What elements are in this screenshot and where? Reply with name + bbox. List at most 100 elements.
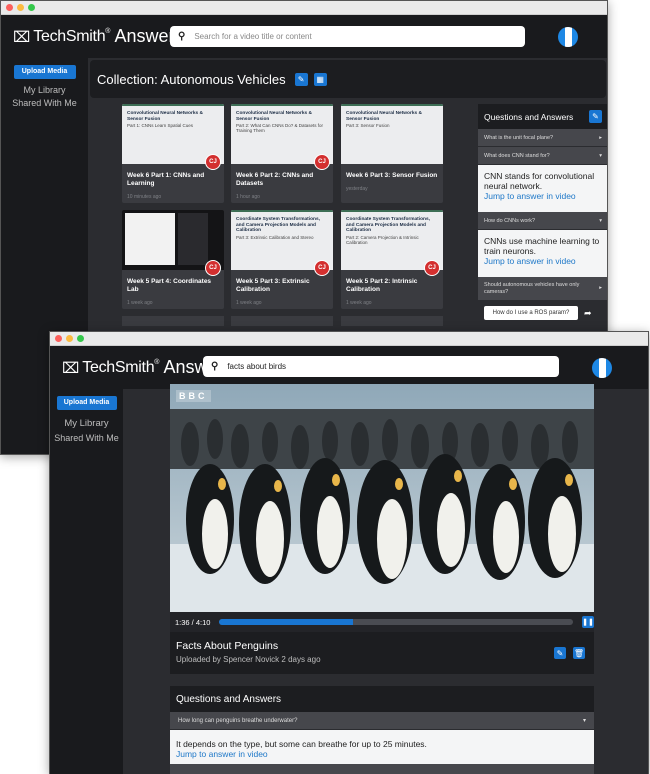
search-input[interactable]: ⚲ facts about birds <box>203 356 559 377</box>
sidebar-item-shared-with-me[interactable]: Shared With Me <box>50 433 123 443</box>
answer-box: CNN stands for convolutional neural netw… <box>478 165 607 212</box>
close-window-dot[interactable] <box>6 4 13 11</box>
video-player[interactable]: BBC <box>170 384 594 614</box>
answer-text: It depends on the type, but some can bre… <box>176 739 427 749</box>
qa-next-row <box>170 764 594 774</box>
video-card[interactable]: CJ Week 5 Part 4: Coordinates Lab 1 week … <box>122 210 224 309</box>
card-date: 1 hour ago <box>236 194 260 200</box>
share-collection-button[interactable]: ▦ <box>313 72 327 86</box>
registered-mark: ® <box>105 28 111 35</box>
video-card[interactable]: Convolutional Neural Networks & Sensor F… <box>122 104 224 203</box>
question-row[interactable]: How long can penguins breathe underwater… <box>170 712 594 730</box>
chevron-right-icon: ▸ <box>599 285 602 291</box>
sidebar-item-my-library[interactable]: My Library <box>50 418 123 429</box>
card-title: Week 5 Part 2: Intrinsic Calibration <box>346 278 418 293</box>
card-title: Week 6 Part 1: CNNs and Learning <box>127 172 205 187</box>
maximize-window-dot[interactable] <box>77 335 84 342</box>
video-card-partial[interactable] <box>231 316 333 326</box>
question-row[interactable]: What is the unit focal plane? ▸ <box>478 129 607 147</box>
card-title: Week 6 Part 3: Sensor Fusion <box>346 172 438 179</box>
video-thumbnail: Convolutional Neural Networks & Sensor F… <box>122 104 224 170</box>
back-titlebar <box>1 1 607 15</box>
bbc-watermark: BBC <box>176 390 211 402</box>
search-icon: ⚲ <box>178 31 186 42</box>
front-sidebar: Upload Media My Library Shared With Me <box>50 389 123 774</box>
jump-to-answer-link[interactable]: Jump to answer in video <box>176 749 588 759</box>
pause-button[interactable]: ❚❚ <box>582 616 594 628</box>
delete-video-button[interactable]: 🗑 <box>573 647 585 659</box>
search-input[interactable]: ⚲ Search for a video title or content <box>170 26 525 47</box>
video-card[interactable]: Coordinate System Transformations, and C… <box>231 210 333 309</box>
video-card[interactable]: Coordinate System Transformations, and C… <box>341 210 443 309</box>
video-thumbnail: Convolutional Neural Networks & Sensor F… <box>231 104 333 170</box>
sidebar-item-shared-with-me[interactable]: Shared With Me <box>1 98 88 108</box>
send-icon[interactable]: ➦ <box>584 308 592 319</box>
answer-box: CNNs use machine learning to train neuro… <box>478 230 607 277</box>
sidebar-item-my-library[interactable]: My Library <box>1 85 88 95</box>
video-card[interactable]: Convolutional Neural Networks & Sensor F… <box>341 104 443 203</box>
card-date: 1 week ago <box>236 300 262 306</box>
ask-question-row: How do I use a ROS param? ➦ <box>478 301 607 325</box>
chevron-down-icon: ▾ <box>599 217 602 224</box>
qa-title: Questions and Answers <box>176 693 282 705</box>
watermark-text: BBC <box>176 390 211 402</box>
thumbnail-subtitle: Part 1: CNNs Learn Spatial Cues <box>127 123 194 128</box>
techsmith-logo-icon: ⌧ <box>62 359 80 377</box>
question-row[interactable]: Should autonomous vehicles have only cam… <box>478 277 607 301</box>
progress-track[interactable] <box>218 619 574 625</box>
upload-media-button[interactable]: Upload Media <box>13 65 76 79</box>
minimize-window-dot[interactable] <box>66 335 73 342</box>
card-title: Week 5 Part 4: Coordinates Lab <box>127 278 212 293</box>
thumbnail-subtitle: Part 3: Extrinsic Calibration and Stereo <box>236 234 314 240</box>
jump-to-answer-link[interactable]: Jump to answer in video <box>484 191 602 201</box>
card-date: 1 week ago <box>127 300 153 306</box>
brand-name: TechSmith <box>82 358 155 376</box>
video-thumbnail: CJ <box>122 210 224 276</box>
profile-avatar[interactable] <box>558 27 578 47</box>
thumbnail-subtitle: Part 2: What Can CNNs Do? & Datasets for… <box>236 123 324 133</box>
qa-panel: Questions and Answers ✎ What is the unit… <box>478 104 607 325</box>
avatar: CJ <box>314 260 330 276</box>
answer-box: It depends on the type, but some can bre… <box>170 730 594 764</box>
brand-logo[interactable]: ⌧ TechSmith ® Answers <box>1 26 184 47</box>
profile-avatar[interactable] <box>592 358 612 378</box>
question-text: What is the unit focal plane? <box>484 134 554 141</box>
upload-media-button[interactable]: Upload Media <box>56 396 117 410</box>
card-title: Week 5 Part 3: Extrinsic Calibration <box>236 278 310 293</box>
avatar: CJ <box>205 154 221 170</box>
search-value: facts about birds <box>227 362 287 371</box>
front-titlebar <box>50 332 648 346</box>
question-text: What does CNN stand for? <box>484 152 550 159</box>
front-app-header: ⌧ TechSmith ® Answers ⚲ facts about bird… <box>50 346 648 389</box>
video-card[interactable]: Convolutional Neural Networks & Sensor F… <box>231 104 333 203</box>
card-title: Week 6 Part 2: CNNs and Datasets <box>236 172 314 187</box>
close-window-dot[interactable] <box>55 335 62 342</box>
video-title: Facts About Penguins <box>176 640 279 652</box>
jump-to-answer-link[interactable]: Jump to answer in video <box>484 256 602 266</box>
screen-preview <box>178 213 208 265</box>
thumbnail-subtitle: Part 2: Camera Projection & Intrinsic Ca… <box>346 234 419 245</box>
video-card-partial[interactable] <box>341 316 443 326</box>
thumbnail-title: Convolutional Neural Networks & Sensor F… <box>127 111 203 122</box>
video-card-partial[interactable] <box>122 316 224 326</box>
edit-collection-button[interactable]: ✎ <box>294 72 308 86</box>
minimize-window-dot[interactable] <box>17 4 24 11</box>
thumbnail-title: Coordinate System Transformations, and C… <box>236 217 320 233</box>
question-text: How do CNNs work? <box>484 217 536 224</box>
question-row[interactable]: How do CNNs work? ▾ <box>478 212 607 230</box>
document-preview <box>125 213 175 265</box>
edit-video-button[interactable]: ✎ <box>554 647 566 659</box>
thumbnail-title: Coordinate System Transformations, and C… <box>346 217 430 233</box>
question-row[interactable]: What does CNN stand for? ▾ <box>478 147 607 165</box>
card-date: 1 week ago <box>346 300 372 306</box>
qa-header: Questions and Answers ✎ <box>478 104 607 129</box>
video-thumbnail: Coordinate System Transformations, and C… <box>231 210 333 276</box>
video-thumbnail: Coordinate System Transformations, and C… <box>341 210 443 276</box>
ask-question-input[interactable]: How do I use a ROS param? <box>484 306 578 320</box>
thumbnail-subtitle: Part 3: Sensor Fusion <box>346 123 390 128</box>
techsmith-logo-icon: ⌧ <box>13 28 31 46</box>
maximize-window-dot[interactable] <box>28 4 35 11</box>
avatar: CJ <box>205 260 221 276</box>
registered-mark: ® <box>154 359 160 366</box>
edit-qa-button[interactable]: ✎ <box>589 110 602 123</box>
